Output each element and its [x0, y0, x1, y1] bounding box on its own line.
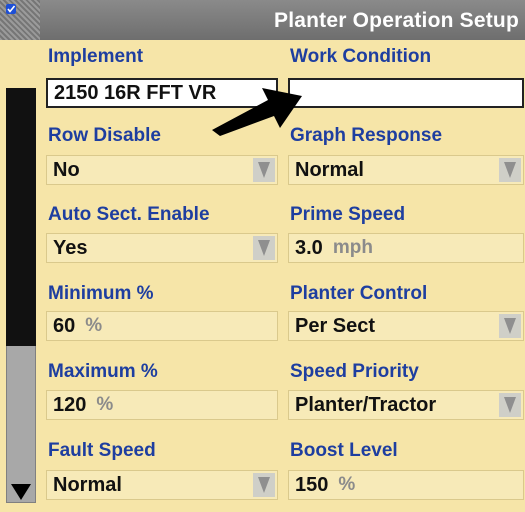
window-grip: [0, 0, 40, 40]
triangle-down-icon: [499, 314, 521, 338]
graph-response-dropdown[interactable]: Normal: [288, 155, 524, 185]
prime-speed-label: Prime Speed: [290, 204, 406, 225]
prime-speed-unit: mph: [332, 237, 373, 258]
triangle-down-icon: [253, 236, 275, 260]
planter-operation-setup-window: Planter Operation Setup Implement 2150 1…: [0, 0, 525, 512]
work-condition-field[interactable]: [288, 78, 524, 108]
triangle-down-icon: [253, 158, 275, 182]
row-disable-value: No: [53, 158, 80, 181]
row-disable-label: Row Disable: [48, 125, 161, 146]
graph-response-label: Graph Response: [290, 125, 443, 146]
speed-priority-label: Speed Priority: [290, 361, 419, 382]
planter-control-dropdown[interactable]: Per Sect: [288, 311, 524, 341]
planter-control-label: Planter Control: [290, 283, 428, 304]
minimum-pct-label: Minimum %: [48, 283, 154, 304]
minimum-pct-unit: %: [85, 315, 103, 336]
maximum-pct-label: Maximum %: [48, 361, 158, 382]
scroll-thumb[interactable]: [6, 88, 36, 346]
minimum-pct-value: 60: [53, 314, 76, 337]
minimum-pct-field[interactable]: 60 %: [46, 311, 278, 341]
planter-control-value: Per Sect: [295, 314, 376, 337]
boost-level-value: 150: [295, 473, 329, 496]
implement-value: 2150 16R FFT VR: [54, 81, 217, 104]
boost-level-unit: %: [338, 474, 356, 495]
window-title: Planter Operation Setup: [274, 9, 519, 32]
implement-label: Implement: [48, 46, 144, 67]
fault-speed-label: Fault Speed: [48, 440, 156, 461]
boost-level-field[interactable]: 150 %: [288, 470, 524, 500]
checkbox-icon: [6, 4, 16, 14]
arrow-down-icon: [11, 484, 31, 500]
fault-speed-value: Normal: [53, 473, 122, 496]
triangle-down-icon: [253, 473, 275, 497]
auto-sect-enable-value: Yes: [53, 236, 88, 259]
maximum-pct-field[interactable]: 120 %: [46, 390, 278, 420]
prime-speed-field[interactable]: 3.0 mph: [288, 233, 524, 263]
row-disable-dropdown[interactable]: No: [46, 155, 278, 185]
maximum-pct-unit: %: [96, 394, 114, 415]
triangle-down-icon: [499, 393, 521, 417]
auto-sect-enable-label: Auto Sect. Enable: [48, 204, 210, 225]
graph-response-value: Normal: [295, 158, 364, 181]
speed-priority-dropdown[interactable]: Planter/Tractor: [288, 390, 524, 420]
vertical-scrollbar[interactable]: [0, 40, 42, 512]
auto-sect-enable-dropdown[interactable]: Yes: [46, 233, 278, 263]
boost-level-label: Boost Level: [290, 440, 398, 461]
fault-speed-dropdown[interactable]: Normal: [46, 470, 278, 500]
work-condition-label: Work Condition: [290, 46, 432, 67]
speed-priority-value: Planter/Tractor: [295, 393, 437, 416]
maximum-pct-value: 120: [53, 393, 87, 416]
title-bar: Planter Operation Setup: [0, 0, 525, 40]
scroll-down-button[interactable]: [4, 475, 38, 509]
triangle-down-icon: [499, 158, 521, 182]
prime-speed-value: 3.0: [295, 236, 323, 259]
